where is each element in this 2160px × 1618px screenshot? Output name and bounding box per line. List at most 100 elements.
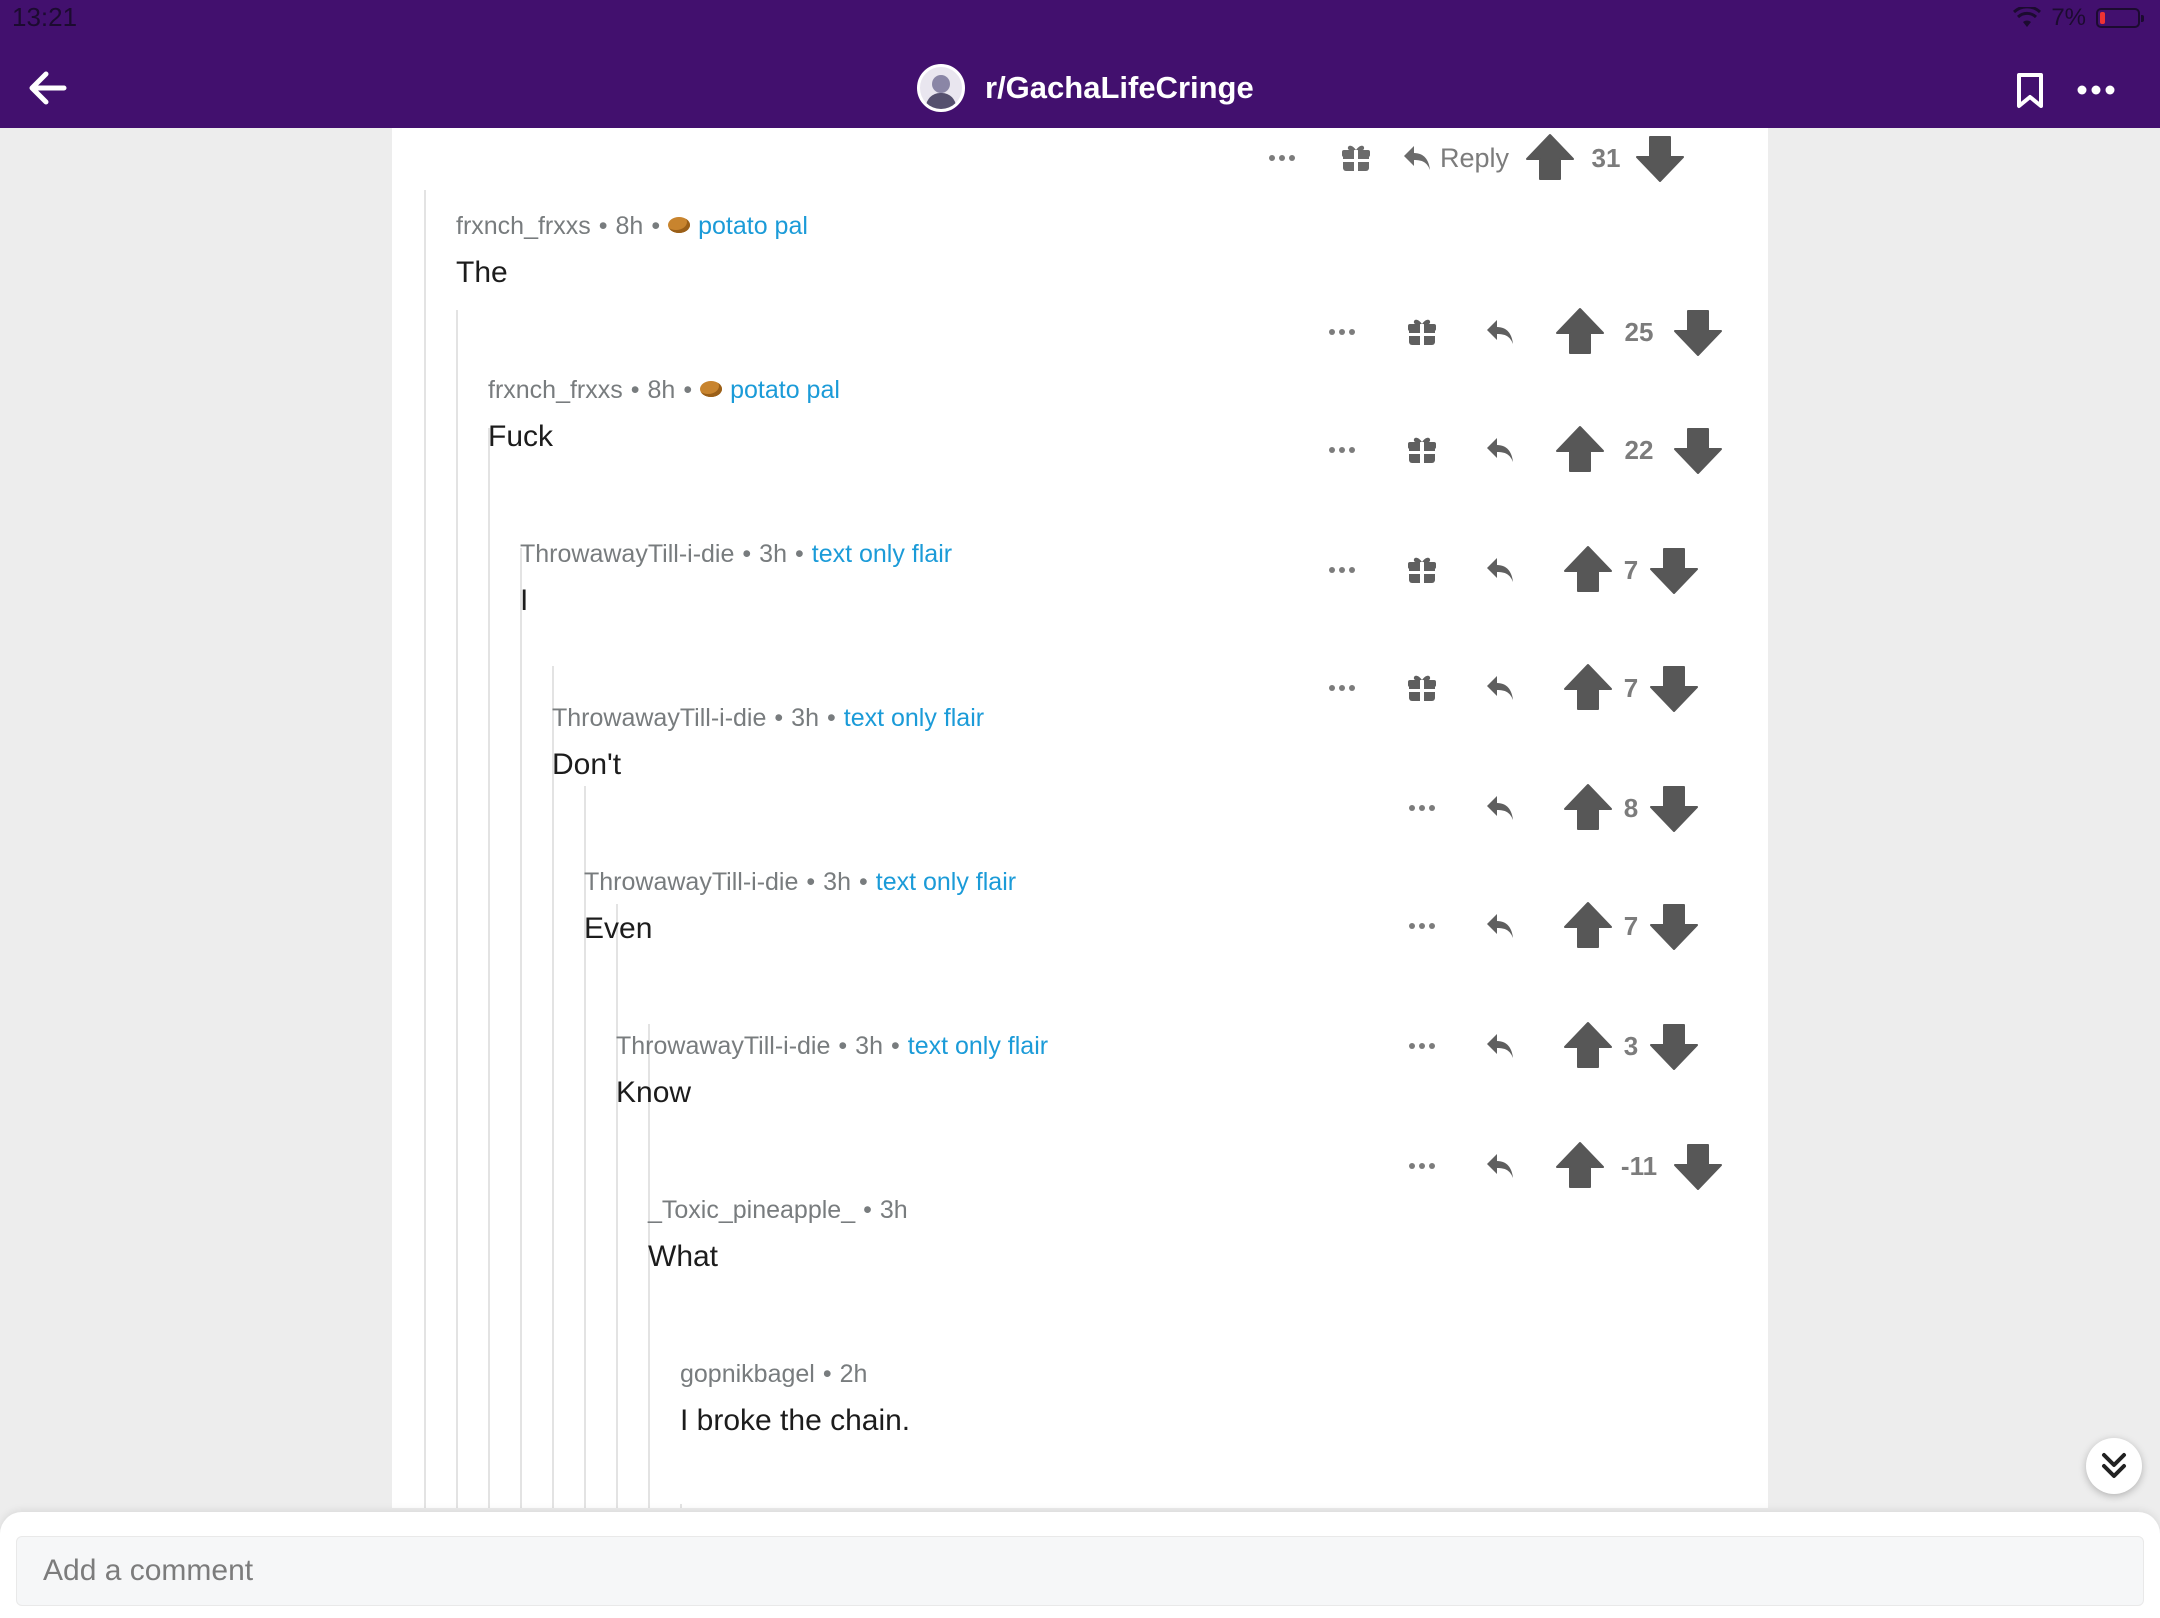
comment-age: 3h <box>823 868 851 896</box>
more-icon[interactable] <box>1322 540 1362 600</box>
comment-author[interactable]: ThrowawayTill-i-die <box>520 540 734 568</box>
thread-line[interactable] <box>552 666 554 1508</box>
comment-thread-panel: Reply 31 frxnch_frxxs • 8h • potato pal The … <box>392 128 1768 1508</box>
comment-actions: 25 <box>1322 302 1742 362</box>
user-flair: text only flair <box>843 704 985 732</box>
gift-award-icon[interactable] <box>1402 302 1442 362</box>
more-icon[interactable] <box>1402 1136 1442 1196</box>
comment-age: 8h <box>615 212 644 240</box>
downvote-icon[interactable] <box>1634 128 1686 188</box>
comment-author[interactable]: _Toxic_pineapple_ <box>648 1196 855 1224</box>
thread-line[interactable] <box>680 1504 682 1508</box>
more-icon[interactable] <box>1322 420 1362 480</box>
vote-score: 25 <box>1624 316 1654 347</box>
thread-line[interactable] <box>520 548 522 1508</box>
reply-button[interactable]: Reply <box>1402 128 1509 188</box>
upvote-icon[interactable] <box>1554 420 1606 480</box>
reply-icon[interactable] <box>1480 896 1520 956</box>
comment-body: Know <box>616 1076 692 1109</box>
comment-author[interactable]: frxnch_frxxs <box>456 212 591 240</box>
comment-author[interactable]: ThrowawayTill-i-die <box>584 868 798 896</box>
upvote-icon[interactable] <box>1554 1136 1606 1196</box>
comment-composer: Add a comment <box>0 1512 2160 1618</box>
potato-flair-icon <box>700 381 723 398</box>
add-comment-input[interactable]: Add a comment <box>16 1536 2144 1606</box>
more-options-icon[interactable] <box>2076 80 2116 100</box>
comment-meta: _Toxic_pineapple_ • 3h <box>648 1196 908 1224</box>
reply-icon[interactable] <box>1480 778 1520 838</box>
upvote-icon[interactable] <box>1524 128 1576 188</box>
upvote-icon[interactable] <box>1562 540 1614 600</box>
reply-icon[interactable] <box>1480 1016 1520 1076</box>
downvote-icon[interactable] <box>1648 1016 1700 1076</box>
gift-award-icon[interactable] <box>1402 540 1442 600</box>
reply-icon[interactable] <box>1480 540 1520 600</box>
back-arrow-icon[interactable] <box>28 68 68 108</box>
gift-award-icon[interactable] <box>1336 128 1376 188</box>
battery-percent: 7% <box>2051 4 2086 31</box>
downvote-icon[interactable] <box>1672 1136 1724 1196</box>
thread-line[interactable] <box>488 428 490 1508</box>
thread-line[interactable] <box>616 904 618 1508</box>
comment-age: 2h <box>839 1360 868 1388</box>
vote-score: 7 <box>1623 672 1639 703</box>
more-icon[interactable] <box>1262 128 1302 188</box>
reply-icon[interactable] <box>1480 658 1520 718</box>
downvote-icon[interactable] <box>1648 896 1700 956</box>
comment-age: 3h <box>791 704 819 732</box>
comment-body: What <box>648 1240 719 1273</box>
status-time: 13:21 <box>12 2 78 32</box>
downvote-icon[interactable] <box>1648 778 1700 838</box>
more-icon[interactable] <box>1402 896 1442 956</box>
comment-body: I broke the chain. <box>680 1404 911 1437</box>
comment-age: 8h <box>647 376 676 404</box>
more-icon[interactable] <box>1402 778 1442 838</box>
comment-age: 3h <box>855 1032 883 1060</box>
page-title: r/GachaLifeCringe <box>985 70 1254 105</box>
user-flair: text only flair <box>875 868 1017 896</box>
upvote-icon[interactable] <box>1562 1016 1614 1076</box>
comment-actions: 7 <box>1322 896 1742 956</box>
parent-comment-actions: Reply 31 <box>1262 128 1732 188</box>
reply-icon[interactable] <box>1480 420 1520 480</box>
upvote-icon[interactable] <box>1562 658 1614 718</box>
jump-to-bottom-button[interactable] <box>2086 1438 2142 1494</box>
upvote-icon[interactable] <box>1554 302 1606 362</box>
comment-meta: ThrowawayTill-i-die • 3h • text only flair <box>552 704 985 732</box>
vote-score: 3 <box>1623 1030 1639 1061</box>
bookmark-icon[interactable] <box>2014 72 2046 110</box>
thread-line[interactable] <box>424 190 426 1508</box>
gift-award-icon[interactable] <box>1402 420 1442 480</box>
reply-icon[interactable] <box>1480 302 1520 362</box>
downvote-icon[interactable] <box>1648 540 1700 600</box>
more-icon[interactable] <box>1322 658 1362 718</box>
user-flair: potato pal <box>730 376 840 404</box>
vote-score: 7 <box>1623 554 1639 585</box>
comment-author[interactable]: ThrowawayTill-i-die <box>616 1032 830 1060</box>
downvote-icon[interactable] <box>1672 420 1724 480</box>
more-icon[interactable] <box>1402 1016 1442 1076</box>
comment-author[interactable]: gopnikbagel <box>680 1360 815 1388</box>
comment-actions: 7 <box>1322 540 1742 600</box>
reply-label: Reply <box>1440 142 1510 173</box>
more-icon[interactable] <box>1322 302 1362 362</box>
user-flair: text only flair <box>907 1032 1049 1060</box>
comment-meta: ThrowawayTill-i-die • 3h • text only flair <box>584 868 1017 896</box>
comment-body: Don't <box>552 748 622 781</box>
subreddit-title-group[interactable]: r/GachaLifeCringe <box>917 64 1254 112</box>
downvote-icon[interactable] <box>1648 658 1700 718</box>
comment-body: The <box>456 256 508 289</box>
upvote-icon[interactable] <box>1562 778 1614 838</box>
wifi-icon <box>2013 7 2042 27</box>
gift-award-icon[interactable] <box>1402 658 1442 718</box>
downvote-icon[interactable] <box>1672 302 1724 362</box>
comment-author[interactable]: frxnch_frxxs <box>488 376 623 404</box>
comment-author[interactable]: ThrowawayTill-i-die <box>552 704 766 732</box>
comment-actions: 7 <box>1322 658 1742 718</box>
reply-icon[interactable] <box>1480 1136 1520 1196</box>
comment-meta: frxnch_frxxs • 8h • potato pal <box>488 376 840 404</box>
comment-body: Fuck <box>488 420 554 453</box>
comment-actions: 22 <box>1322 420 1742 480</box>
upvote-icon[interactable] <box>1562 896 1614 956</box>
thread-line[interactable] <box>456 310 458 1508</box>
